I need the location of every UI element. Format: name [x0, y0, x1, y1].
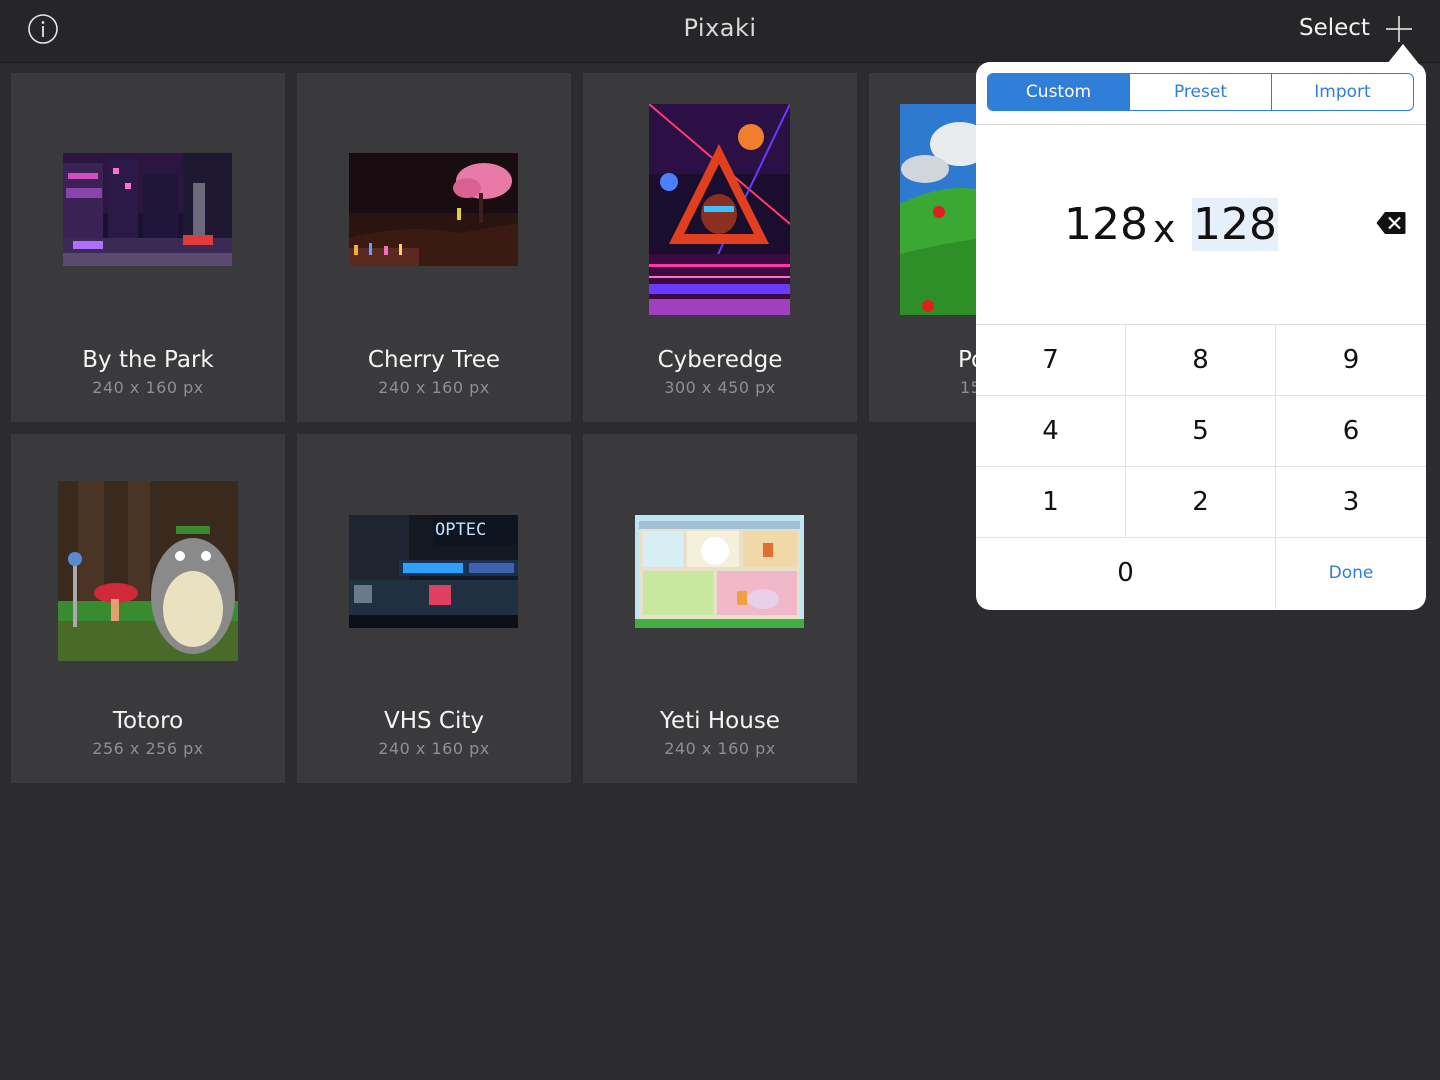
navigation-bar: Pixaki Select	[0, 0, 1440, 63]
height-value[interactable]: 128	[1192, 198, 1278, 251]
artwork-thumbnail	[63, 153, 232, 266]
artwork-thumbnail	[58, 481, 238, 661]
artwork-title: Totoro	[112, 708, 184, 734]
artwork-title: Cherry Tree	[367, 347, 501, 373]
tab-import[interactable]: Import	[1271, 74, 1413, 110]
key-1[interactable]: 1	[976, 467, 1126, 538]
backspace-icon[interactable]	[1376, 211, 1406, 235]
artwork-card-cyberedge[interactable]: Cyberedge 300 x 450 px	[583, 73, 857, 422]
artwork-thumbnail: OPTEC	[349, 515, 518, 628]
artwork-size: 240 x 160 px	[664, 739, 776, 758]
artwork-thumbnail	[349, 153, 518, 266]
key-6[interactable]: 6	[1276, 396, 1426, 467]
popover-arrow	[1387, 44, 1419, 64]
artwork-card-by-the-park[interactable]: By the Park 240 x 160 px	[11, 73, 285, 422]
key-0[interactable]: 0	[976, 538, 1276, 609]
artwork-title: By the Park	[82, 347, 214, 373]
artwork-size: 240 x 160 px	[92, 378, 204, 397]
app-title: Pixaki	[683, 14, 757, 42]
tab-preset[interactable]: Preset	[1129, 74, 1271, 110]
source-segmented-control: Custom Preset Import	[987, 73, 1414, 111]
artwork-card-totoro[interactable]: Totoro 256 x 256 px	[11, 434, 285, 783]
number-keypad: 7 8 9 4 5 6 1 2 3 0 Done	[976, 324, 1426, 610]
artwork-thumbnail	[649, 104, 790, 315]
artwork-card-cherry-tree[interactable]: Cherry Tree 240 x 160 px	[297, 73, 571, 422]
divider	[976, 124, 1426, 125]
artwork-title: Cyberedge	[657, 347, 783, 373]
key-7[interactable]: 7	[976, 325, 1126, 396]
artwork-title: VHS City	[383, 708, 485, 734]
artwork-size: 256 x 256 px	[92, 739, 204, 758]
plus-icon[interactable]	[1384, 14, 1414, 44]
key-8[interactable]: 8	[1126, 325, 1276, 396]
key-3[interactable]: 3	[1276, 467, 1426, 538]
done-button[interactable]: Done	[1276, 538, 1426, 609]
new-canvas-popover: Custom Preset Import 128 x 128 7 8 9 4 5…	[976, 62, 1426, 610]
times-symbol: x	[1153, 207, 1176, 251]
artwork-size: 240 x 160 px	[378, 739, 490, 758]
artwork-card-yeti-house[interactable]: Yeti House 240 x 160 px	[583, 434, 857, 783]
artwork-size: 15	[960, 378, 982, 397]
svg-text:OPTEC: OPTEC	[435, 520, 486, 540]
artwork-thumbnail	[900, 104, 976, 315]
artwork-title: Po	[958, 347, 986, 373]
key-2[interactable]: 2	[1126, 467, 1276, 538]
dimension-display: 128 x 128	[976, 197, 1426, 253]
artwork-card-vhs-city[interactable]: OPTEC VHS City 240 x 160 px	[297, 434, 571, 783]
width-value[interactable]: 128	[1064, 199, 1148, 250]
tab-custom[interactable]: Custom	[988, 74, 1129, 110]
artwork-size: 300 x 450 px	[664, 378, 776, 397]
artwork-size: 240 x 160 px	[378, 378, 490, 397]
key-4[interactable]: 4	[976, 396, 1126, 467]
key-5[interactable]: 5	[1126, 396, 1276, 467]
select-button[interactable]: Select	[1299, 15, 1370, 41]
artwork-thumbnail	[635, 515, 804, 628]
artwork-card-partial[interactable]: Po 15	[869, 73, 986, 422]
key-9[interactable]: 9	[1276, 325, 1426, 396]
artwork-title: Yeti House	[660, 708, 780, 734]
